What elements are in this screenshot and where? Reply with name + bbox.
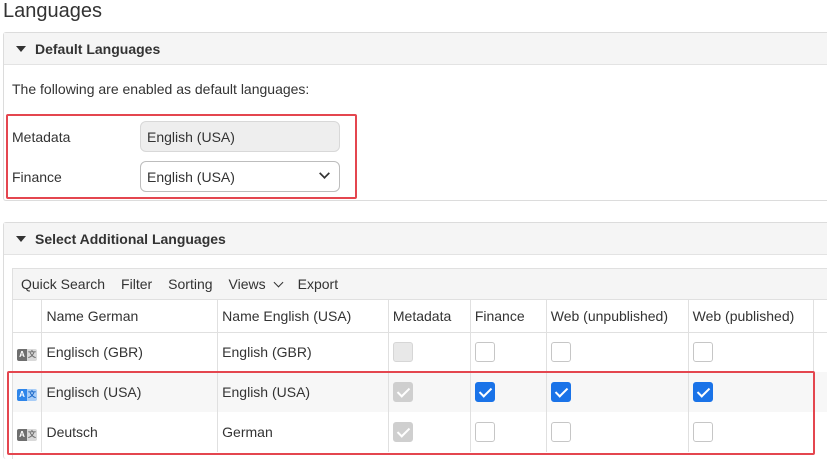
- finance-label: Finance: [12, 169, 62, 185]
- language-icon: A文: [17, 388, 37, 401]
- row-icon-cell: A文: [13, 332, 43, 372]
- row-icon-cell: A文: [13, 412, 43, 452]
- web-published-checkbox[interactable]: [692, 382, 713, 402]
- page-title: Languages: [3, 0, 102, 22]
- table-row[interactable]: A文 Englisch (GBR) English (GBR): [13, 332, 827, 372]
- views-dropdown[interactable]: Views: [228, 276, 284, 292]
- default-languages-panel: Default Languages The following are enab…: [3, 32, 827, 201]
- language-icon: A文: [17, 428, 37, 441]
- name-english-cell: English (GBR): [217, 332, 389, 372]
- finance-select[interactable]: English (USA): [140, 161, 340, 192]
- web-published-cell: [688, 332, 815, 372]
- name-english-cell: German: [217, 412, 389, 452]
- web-unpublished-checkbox[interactable]: [550, 342, 571, 363]
- web-unpublished-cell: [546, 412, 689, 452]
- filter-button[interactable]: Filter: [121, 276, 152, 292]
- icon-column-header: [13, 300, 43, 333]
- finance-cell: [470, 332, 547, 372]
- web-published-checkbox[interactable]: [692, 342, 713, 363]
- column-header-name-english[interactable]: Name English (USA): [217, 300, 389, 333]
- default-languages-intro: The following are enabled as default lan…: [12, 81, 310, 97]
- web-published-cell: [688, 412, 815, 452]
- filler-cell: [814, 412, 827, 452]
- name-german-cell: Englisch (GBR): [41, 332, 219, 372]
- additional-languages-title: Select Additional Languages: [35, 230, 226, 247]
- name-english-cell: English (USA): [217, 372, 389, 412]
- finance-checkbox[interactable]: [474, 342, 495, 363]
- metadata-label: Metadata: [12, 129, 71, 145]
- views-label: Views: [228, 276, 266, 292]
- name-german-cell: Deutsch: [41, 412, 219, 452]
- collapse-caret-icon: [16, 45, 26, 52]
- collapse-caret-icon: [16, 235, 26, 242]
- additional-languages-header[interactable]: Select Additional Languages: [4, 223, 827, 255]
- sorting-button[interactable]: Sorting: [168, 276, 212, 292]
- web-unpublished-checkbox[interactable]: [550, 422, 571, 442]
- finance-cell: [470, 412, 547, 452]
- metadata-checkbox: [392, 342, 413, 363]
- languages-grid: Quick Search Filter Sorting Views Export…: [12, 268, 827, 459]
- column-header-metadata[interactable]: Metadata: [388, 300, 471, 333]
- row-icon-cell: A文: [13, 372, 43, 412]
- filler-cell: [813, 372, 827, 412]
- quick-search-button[interactable]: Quick Search: [21, 276, 105, 292]
- web-published-checkbox[interactable]: [692, 422, 713, 442]
- metadata-cell: [388, 412, 471, 452]
- metadata-checkbox: [392, 422, 413, 442]
- filler-column-header: [813, 300, 827, 333]
- finance-checkbox[interactable]: [474, 382, 495, 402]
- web-published-cell: [688, 372, 815, 412]
- metadata-value: English (USA): [147, 128, 235, 145]
- additional-languages-panel: Select Additional Languages Quick Search…: [3, 222, 827, 459]
- metadata-cell: [388, 372, 471, 412]
- metadata-checkbox: [392, 382, 413, 402]
- export-button[interactable]: Export: [298, 276, 338, 292]
- metadata-field: English (USA): [140, 121, 340, 152]
- default-languages-title: Default Languages: [35, 40, 161, 57]
- chevron-down-icon: [319, 168, 330, 179]
- finance-checkbox[interactable]: [474, 422, 495, 442]
- finance-value: English (USA): [147, 168, 235, 185]
- column-header-web-published[interactable]: Web (published): [688, 300, 815, 333]
- table-row[interactable]: A文 Deutsch German: [13, 412, 827, 452]
- column-header-name-german[interactable]: Name German: [41, 300, 219, 333]
- chevron-down-icon: [273, 277, 284, 287]
- web-unpublished-cell: [546, 332, 689, 372]
- column-header-web-unpublished[interactable]: Web (unpublished): [546, 300, 689, 333]
- default-languages-header[interactable]: Default Languages: [4, 33, 827, 65]
- language-icon: A文: [17, 348, 37, 361]
- languages-table: Name German Name English (USA) Metadata …: [13, 300, 827, 452]
- web-unpublished-cell: [546, 372, 689, 412]
- table-header-row: Name German Name English (USA) Metadata …: [13, 300, 827, 333]
- web-unpublished-checkbox[interactable]: [550, 382, 571, 402]
- grid-toolbar: Quick Search Filter Sorting Views Export: [13, 269, 827, 300]
- metadata-cell: [388, 332, 471, 372]
- finance-cell: [470, 372, 547, 412]
- column-header-finance[interactable]: Finance: [470, 300, 547, 333]
- filler-cell: [814, 332, 827, 372]
- name-german-cell: Englisch (USA): [41, 372, 219, 412]
- table-row[interactable]: A文 Englisch (USA) English (USA): [13, 372, 827, 412]
